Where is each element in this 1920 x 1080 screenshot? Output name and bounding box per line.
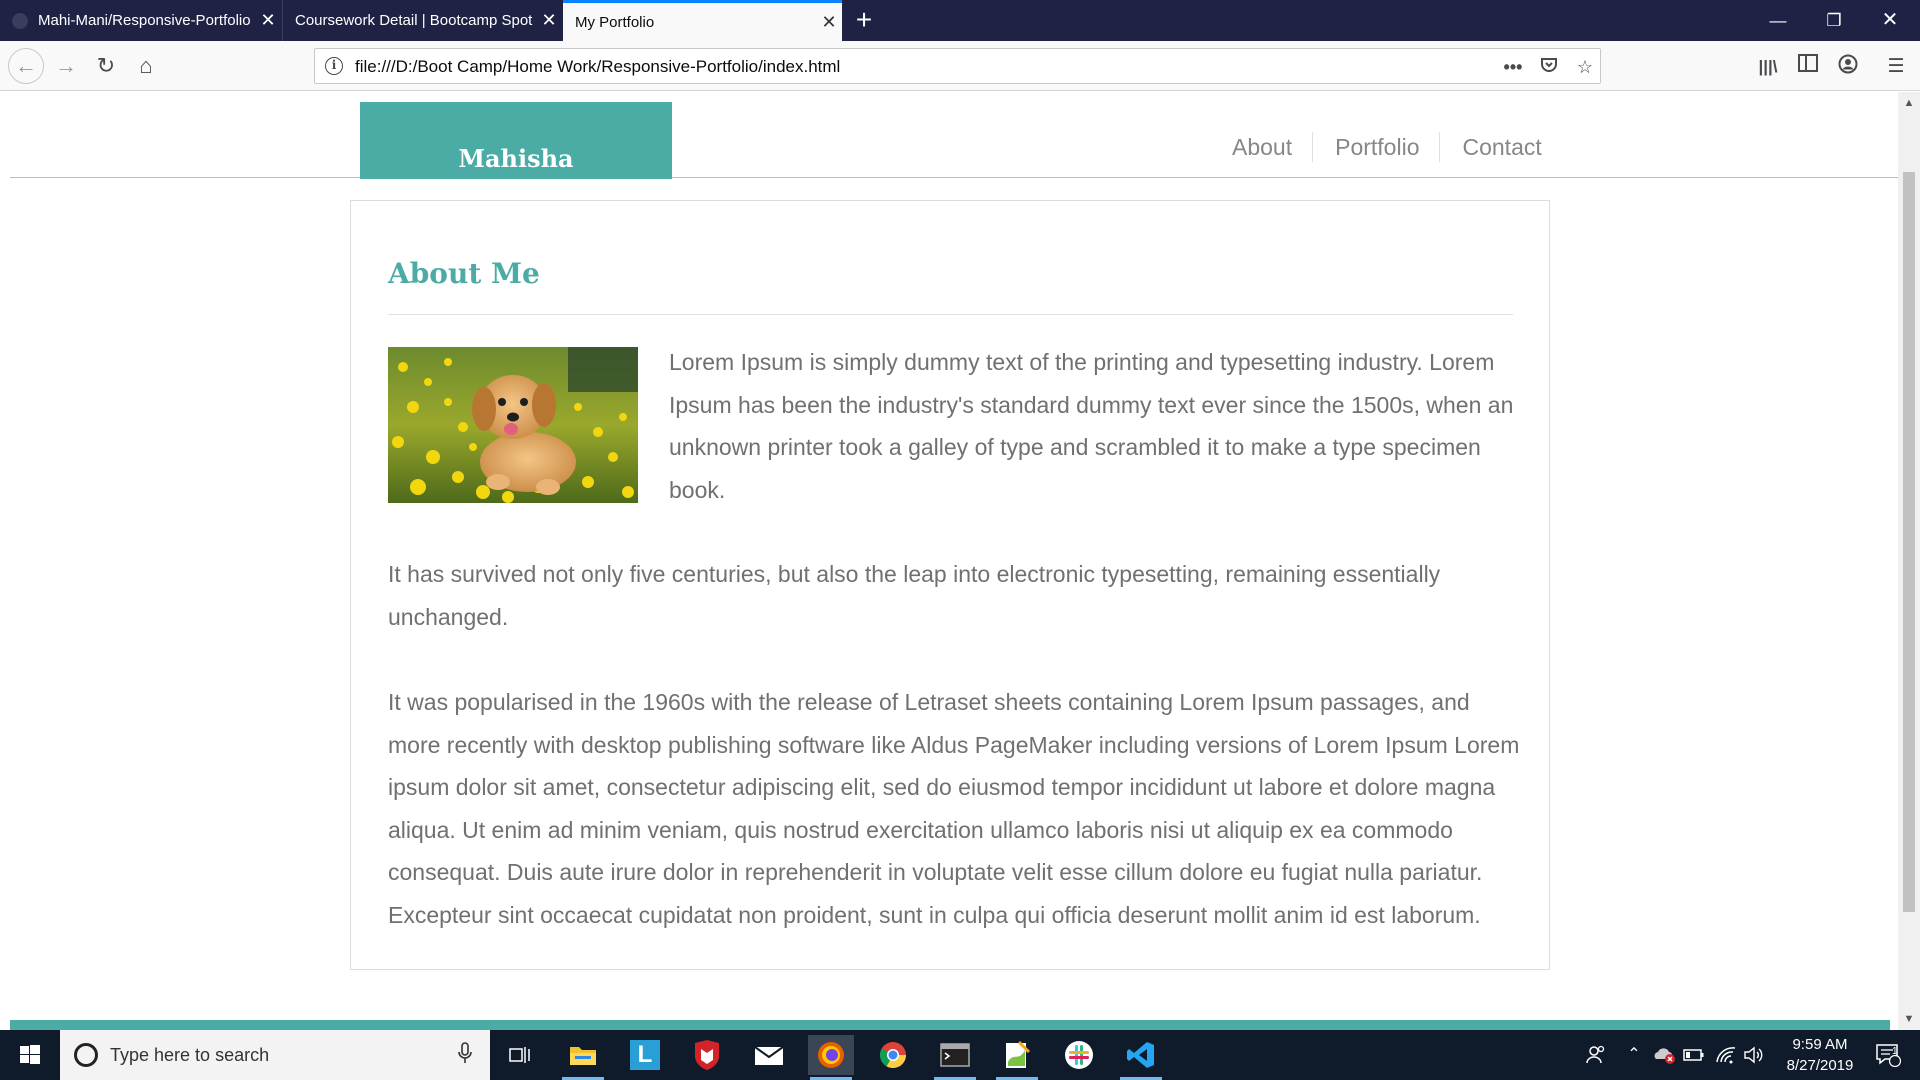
vscode-icon[interactable]: [1118, 1035, 1164, 1080]
divider: [388, 314, 1513, 315]
onedrive-error-icon[interactable]: [1650, 1030, 1678, 1080]
about-paragraph-3: It was popularised in the 1960s with the…: [388, 689, 1520, 928]
tab-title: My Portfolio: [575, 13, 655, 31]
notepad-plus-icon[interactable]: [994, 1035, 1040, 1080]
windows-taskbar: Type here to search L ⌃ 9:59 AM 8/27/201…: [0, 1030, 1920, 1080]
taskbar-search[interactable]: Type here to search: [60, 1030, 490, 1080]
clock-date: 8/27/2019: [1786, 1057, 1854, 1074]
bookmark-star-icon[interactable]: ☆: [1573, 55, 1597, 79]
browser-tab-bar: Mahi-Mani/Responsive-Portfolio ✕ Coursew…: [0, 0, 1920, 41]
battery-icon[interactable]: [1680, 1030, 1708, 1080]
about-paragraph-2: It has survived not only five centuries,…: [388, 561, 1441, 630]
nav-about-link[interactable]: About: [1210, 132, 1312, 162]
account-icon[interactable]: [1835, 54, 1861, 80]
browser-toolbar: ← → ↻ ⌂ i file:///D:/Boot Camp/Home Work…: [0, 41, 1920, 91]
volume-icon[interactable]: [1740, 1030, 1766, 1080]
file-explorer-icon[interactable]: [560, 1035, 606, 1080]
notification-count: 1: [1892, 1046, 1898, 1057]
microphone-icon[interactable]: [455, 1042, 475, 1068]
address-bar[interactable]: i file:///D:/Boot Camp/Home Work/Respons…: [314, 48, 1601, 84]
task-view-icon[interactable]: [497, 1035, 543, 1075]
close-icon[interactable]: ✕: [816, 12, 842, 33]
scrollbar-thumb[interactable]: [1903, 172, 1915, 912]
scroll-up-icon[interactable]: ▲: [1898, 94, 1920, 112]
page-scrollbar[interactable]: ▲ ▼: [1898, 92, 1920, 1030]
close-window-button[interactable]: ✕: [1862, 0, 1918, 41]
cortana-icon[interactable]: [74, 1043, 98, 1067]
site-nav: About Portfolio Contact: [1210, 132, 1562, 162]
app-l-icon[interactable]: L: [622, 1035, 668, 1075]
mail-icon[interactable]: [746, 1035, 792, 1075]
clock-time: 9:59 AM: [1792, 1036, 1848, 1053]
page-actions-icon[interactable]: •••: [1501, 55, 1525, 79]
tab-github[interactable]: Mahi-Mani/Responsive-Portfolio ✕: [0, 0, 281, 41]
scroll-down-icon[interactable]: ▼: [1898, 1010, 1920, 1028]
tab-title: Mahi-Mani/Responsive-Portfolio: [38, 12, 251, 29]
taskbar-clock[interactable]: 9:59 AM 8/27/2019: [1765, 1034, 1875, 1076]
close-icon[interactable]: ✕: [536, 10, 562, 31]
menu-icon[interactable]: ☰: [1883, 54, 1909, 80]
url-text[interactable]: file:///D:/Boot Camp/Home Work/Responsiv…: [355, 57, 840, 77]
minimize-button[interactable]: —: [1750, 0, 1806, 41]
site-brand[interactable]: Mahisha: [360, 102, 672, 179]
sidebar-icon[interactable]: [1795, 54, 1821, 80]
site-header: Mahisha About Portfolio Contact: [10, 92, 1898, 179]
pocket-icon[interactable]: [1537, 55, 1561, 79]
tab-coursework[interactable]: Coursework Detail | Bootcamp Spot ✕: [282, 0, 562, 41]
wifi-icon[interactable]: [1712, 1030, 1740, 1080]
people-icon[interactable]: [1580, 1030, 1612, 1080]
tab-title: Coursework Detail | Bootcamp Spot: [295, 12, 533, 29]
home-icon[interactable]: ⌂: [130, 50, 162, 82]
profile-photo: [388, 347, 638, 503]
page-viewport: Mahisha About Portfolio Contact About Me: [0, 92, 1898, 1030]
terminal-icon[interactable]: [932, 1035, 978, 1080]
chrome-icon[interactable]: [870, 1035, 916, 1075]
firefox-icon[interactable]: [808, 1035, 854, 1080]
info-icon[interactable]: i: [325, 57, 343, 75]
tab-my-portfolio[interactable]: My Portfolio ✕: [563, 0, 842, 41]
reload-icon[interactable]: ↻: [90, 50, 122, 82]
action-center-icon[interactable]: 1: [1868, 1030, 1908, 1080]
github-icon: [12, 12, 28, 29]
new-tab-button[interactable]: +: [852, 4, 876, 36]
tray-chevron-up-icon[interactable]: ⌃: [1620, 1030, 1648, 1080]
back-arrow-icon[interactable]: ←: [8, 48, 44, 84]
about-paragraph-1: Lorem Ipsum is simply dummy text of the …: [669, 349, 1514, 503]
search-placeholder[interactable]: Type here to search: [110, 1045, 269, 1066]
forward-arrow-icon[interactable]: →: [50, 50, 82, 82]
about-card: About Me Lorem Ipsum is simply dummy tex…: [350, 200, 1550, 970]
slack-icon[interactable]: [1056, 1035, 1102, 1075]
section-title: About Me: [388, 257, 540, 290]
close-icon[interactable]: ✕: [255, 10, 281, 31]
nav-contact-link[interactable]: Contact: [1439, 132, 1561, 162]
mcafee-icon[interactable]: [684, 1035, 730, 1075]
windows-logo-icon: [20, 1045, 40, 1064]
library-icon[interactable]: |||\: [1755, 54, 1781, 80]
nav-portfolio-link[interactable]: Portfolio: [1312, 132, 1439, 162]
restore-button[interactable]: ❐: [1806, 0, 1862, 41]
footer-bar: [10, 1020, 1890, 1030]
start-button[interactable]: [0, 1030, 60, 1080]
